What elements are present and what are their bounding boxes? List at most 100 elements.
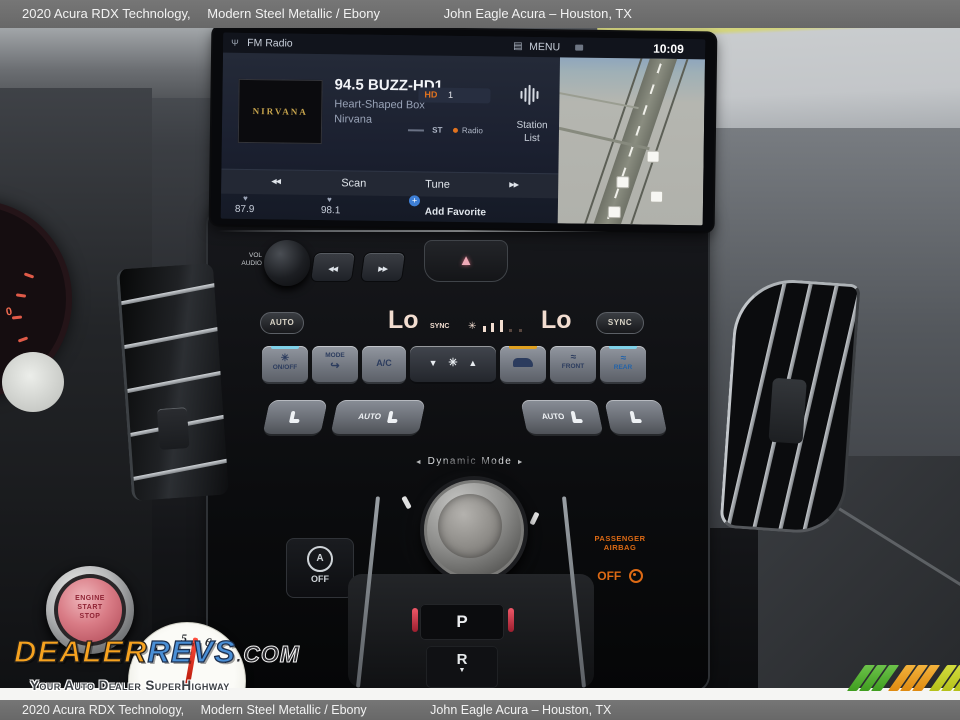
hd-radio-icon: HD	[424, 89, 437, 99]
preset-button-2[interactable]: 98.1	[321, 205, 341, 216]
idle-stop-off-button[interactable]: A OFF	[286, 538, 354, 598]
fan-icon: ✳	[448, 357, 457, 369]
dealer-photo-page: { "header_bar": { "vehicle": "2020 Acura…	[0, 0, 960, 720]
infotainment-screen-bezel: Ψ FM Radio ▤ MENU 10:09 NIRVANA 94.5 BUZ…	[211, 28, 716, 231]
album-art-text: NIRVANA	[253, 106, 308, 117]
volume-label: VOL AUDIO	[232, 252, 262, 268]
fan-up-icon: ▲	[468, 358, 477, 368]
idle-stop-a-icon: A	[307, 546, 333, 572]
reflection-highlight	[2, 352, 64, 412]
stereo-indicator: ST	[432, 126, 442, 135]
driver-seat-heat-button[interactable]	[262, 400, 328, 436]
infotainment-screen[interactable]: Ψ FM Radio ▤ MENU 10:09 NIRVANA 94.5 BUZ…	[221, 33, 706, 226]
vehicle-trim: Modern Steel Metallic / Ebony	[201, 703, 367, 717]
shifter-red-accent	[412, 608, 418, 632]
preset-button-1[interactable]: 87.9	[235, 204, 255, 215]
seek-button-group: ◀◀ ▶▶	[312, 252, 408, 282]
seat-icon	[387, 411, 400, 423]
hd-channel-number: 1	[448, 90, 453, 100]
clock: 10:09	[653, 39, 684, 59]
watermark-slogan: Your Auto Dealer SuperHighway	[30, 678, 230, 693]
arrow-right-icon: ►	[517, 459, 525, 466]
map-poi-icon	[647, 151, 660, 163]
fan-down-icon: ▼	[429, 358, 438, 368]
vent-slat	[126, 457, 229, 482]
front-defrost-button[interactable]: ≈ FRONT	[550, 346, 596, 384]
interior-photo: 0 Ψ FM Radio ▤ MENU 10:09	[0, 28, 960, 688]
antenna-icon: Ψ	[231, 33, 239, 53]
airbag-icon	[629, 569, 643, 583]
preset-row: ♥ 87.9 ♥ 98.1 + Add Favorite	[221, 193, 558, 224]
signal-bar	[408, 129, 424, 131]
nav-map-panel[interactable]	[558, 57, 705, 225]
ac-button[interactable]: A/C	[362, 346, 406, 384]
fan-speed-button[interactable]: ▼ ✳ ▲	[410, 346, 496, 384]
driver-temp-display: Lo	[388, 306, 419, 335]
mode-button[interactable]: MODE ↪	[312, 346, 358, 384]
plus-icon: +	[409, 195, 420, 206]
button-led	[509, 346, 537, 349]
fan-speed-display: ✳	[468, 314, 522, 332]
hazard-triangle-icon: ▲	[459, 252, 474, 269]
defrost-icon: ≈	[600, 353, 646, 364]
artist-name: Nirvana	[334, 113, 372, 126]
audio-source-label: FM Radio	[247, 33, 293, 54]
vent-slat	[120, 369, 229, 394]
left-air-vent[interactable]	[116, 263, 229, 501]
seek-back-button[interactable]: ◀◀	[310, 252, 356, 282]
gear-park-button[interactable]: P	[420, 604, 504, 640]
arrow-left-icon: ◄	[415, 459, 423, 466]
passenger-seat-auto-button[interactable]: AUTO	[520, 400, 604, 436]
favorite-heart-icon: ♥	[243, 194, 248, 203]
rear-defrost-button[interactable]: ≈ REAR	[600, 346, 646, 384]
knob-center-face[interactable]	[438, 494, 502, 558]
passenger-seat-heat-button[interactable]	[604, 400, 668, 436]
radio-panel: NIRVANA 94.5 BUZZ-HD1 Heart-Shaped Box N…	[221, 53, 560, 224]
dealer-name: John Eagle Acura – Houston, TX	[430, 703, 611, 717]
scan-button[interactable]: Scan	[341, 171, 366, 195]
previous-track-button[interactable]: ◀◀	[271, 170, 280, 194]
fan-onoff-button[interactable]: ✳ ON/OFF	[262, 346, 308, 384]
station-list-icon	[520, 85, 540, 105]
signal-indicator-row: ST Radio	[408, 125, 483, 135]
menu-icon: ▤	[513, 37, 523, 57]
album-art: NIRVANA	[238, 79, 323, 144]
volume-knob[interactable]	[264, 240, 310, 286]
next-track-button[interactable]: ▶▶	[509, 174, 518, 198]
hd-channel-indicator: HD 1	[418, 87, 490, 103]
vehicle-title: 2020 Acura RDX Technology,	[22, 6, 191, 21]
climate-button-row: ✳ ON/OFF MODE ↪ A/C ▼ ✳ ▲ ≈ FRONT ≈ REAR	[262, 346, 646, 384]
seat-icon	[629, 411, 642, 423]
station-list-button[interactable]: Station List	[506, 119, 558, 146]
right-air-vent[interactable]	[719, 276, 860, 536]
hd-radio-logo-dot	[453, 128, 458, 133]
climate-auto-button[interactable]: AUTO	[260, 312, 304, 334]
vent-slat	[117, 325, 228, 350]
gear-reverse-button[interactable]: R ▼	[426, 646, 498, 688]
climate-sync-button[interactable]: SYNC	[596, 312, 644, 334]
recirculation-button[interactable]	[500, 346, 546, 384]
add-favorite-button[interactable]: Add Favorite	[425, 206, 486, 218]
vent-adjust-tab[interactable]	[768, 378, 806, 444]
engine-start-button[interactable]: ENGINE START STOP	[58, 578, 122, 642]
dealer-name: John Eagle Acura – Houston, TX	[444, 6, 632, 21]
driver-seat-auto-button[interactable]: AUTO	[330, 400, 426, 436]
fan-icon: ✳	[262, 353, 308, 364]
map-status-icon	[575, 45, 583, 51]
vehicle-title: 2020 Acura RDX Technology,	[22, 703, 184, 717]
seek-forward-button[interactable]: ▶▶	[360, 252, 406, 282]
watermark-logo: DealerRevs.com	[14, 634, 300, 670]
seat-icon	[570, 411, 583, 423]
map-poi-icon	[616, 176, 629, 188]
tune-button[interactable]: Tune	[425, 172, 450, 196]
hazard-button[interactable]: ▲	[424, 240, 508, 282]
fan-icon: ✳	[468, 321, 476, 332]
defrost-icon: ≈	[550, 352, 596, 363]
button-led	[609, 346, 637, 349]
car-recirculation-icon	[513, 358, 533, 367]
reverse-arrow-icon: ▼	[426, 667, 498, 675]
menu-button[interactable]: MENU	[529, 37, 560, 57]
seat-icon	[289, 411, 302, 423]
vent-adjust-tab[interactable]	[157, 407, 190, 450]
button-led	[271, 346, 299, 349]
